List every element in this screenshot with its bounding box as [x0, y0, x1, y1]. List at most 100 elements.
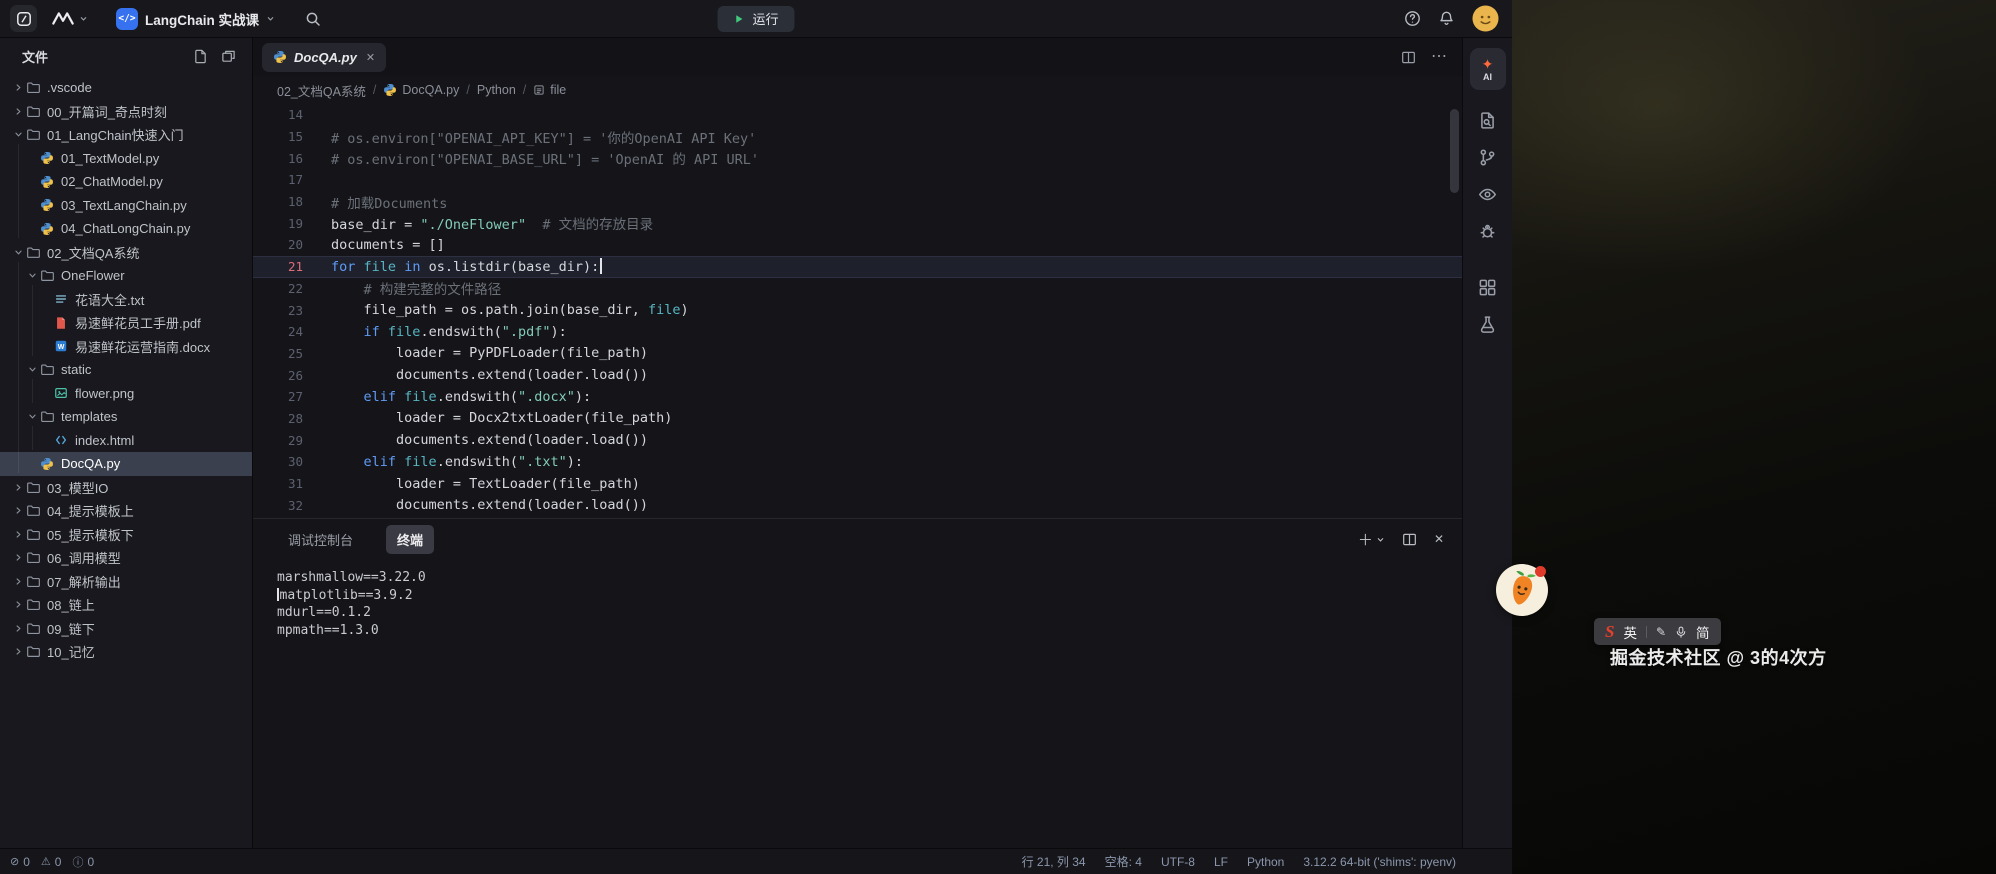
tree-file-index.html[interactable]: index.html [0, 429, 252, 453]
ai-label: AI [1483, 72, 1492, 82]
code-line-25[interactable]: 25 loader = PyPDFLoader(file_path) [253, 343, 1462, 365]
code-line-24[interactable]: 24 if file.endswith(".pdf"): [253, 321, 1462, 343]
tab-close-icon[interactable]: ✕ [366, 51, 375, 64]
code-line-31[interactable]: 31 loader = TextLoader(file_path) [253, 473, 1462, 495]
tree-file-DocQA.py[interactable]: DocQA.py [0, 452, 252, 476]
tree-file-易速鲜花员工手册.pdf[interactable]: 易速鲜花员工手册.pdf [0, 311, 252, 335]
ime-pen-icon[interactable]: ✎ [1656, 625, 1666, 639]
ime-mic-icon[interactable] [1675, 625, 1687, 639]
code-line-32[interactable]: 32 documents.extend(loader.load()) [253, 494, 1462, 516]
code-line-28[interactable]: 28 loader = Docx2txtLoader(file_path) [253, 408, 1462, 430]
problems-error[interactable]: ⊘0 [10, 855, 30, 869]
problems-info[interactable]: ⓘ0 [72, 854, 94, 870]
code-line-19[interactable]: 19base_dir = "./OneFlower" # 文档的存放目录 [253, 212, 1462, 234]
run-button[interactable]: 运行 [717, 6, 794, 32]
code-line-20[interactable]: 20documents = [] [253, 234, 1462, 256]
split-panel-icon[interactable] [1402, 532, 1417, 547]
tree-item-label: 02_文档QA系统 [47, 243, 139, 262]
tree-file-花语大全.txt[interactable]: 花语大全.txt [0, 288, 252, 312]
tree-folder-static[interactable]: static [0, 358, 252, 382]
code-line-30[interactable]: 30 elif file.endswith(".txt"): [253, 451, 1462, 473]
extensions-grid-icon[interactable] [1463, 269, 1512, 306]
project-selector[interactable]: </> LangChain 实战课 [116, 8, 275, 30]
assistant-mascot[interactable] [1496, 564, 1548, 616]
tree-file-02_ChatModel.py[interactable]: 02_ChatModel.py [0, 170, 252, 194]
breadcrumb-item[interactable]: file [533, 83, 566, 97]
status-language-mode[interactable]: Python [1247, 855, 1284, 869]
code-editor[interactable]: 1415# os.environ["OPENAI_API_KEY"] = '你的… [253, 104, 1462, 518]
tree-item-label: templates [61, 409, 117, 424]
tree-folder-01_LangChain快速入门[interactable]: 01_LangChain快速入门 [0, 123, 252, 147]
help-icon[interactable] [1404, 10, 1421, 27]
tree-folder-10_记忆[interactable]: 10_记忆 [0, 640, 252, 664]
ime-language-toggle[interactable]: 英 [1623, 622, 1637, 642]
breadcrumb-item[interactable]: DocQA.py [383, 83, 459, 97]
status-indentation[interactable]: 空格: 4 [1105, 853, 1142, 870]
ime-logo-icon[interactable]: S [1605, 623, 1614, 640]
file-search-icon[interactable] [1463, 102, 1512, 139]
status-python-interpreter[interactable]: 3.12.2 64-bit ('shims': pyenv) [1303, 855, 1456, 869]
new-file-icon[interactable] [193, 49, 208, 64]
tab-docqa-py[interactable]: DocQA.py ✕ [262, 43, 386, 72]
status-cursor-position[interactable]: 行 21, 列 34 [1022, 853, 1086, 870]
tree-folder-OneFlower[interactable]: OneFlower [0, 264, 252, 288]
scrollbar-thumb[interactable] [1450, 109, 1459, 193]
tree-file-01_TextModel.py[interactable]: 01_TextModel.py [0, 147, 252, 171]
tree-file-易速鲜花运营指南.docx[interactable]: W易速鲜花运营指南.docx [0, 335, 252, 359]
tree-folder-06_调用模型[interactable]: 06_调用模型 [0, 546, 252, 570]
code-line-18[interactable]: 18# 加载Documents [253, 191, 1462, 213]
editor-scrollbar[interactable] [1450, 109, 1459, 518]
panel-tab-调试控制台[interactable]: 调试控制台 [277, 525, 364, 554]
source-control-branch-icon[interactable] [1463, 139, 1512, 176]
tree-folder-08_链上[interactable]: 08_链上 [0, 593, 252, 617]
preview-eye-icon[interactable] [1463, 176, 1512, 213]
code-line-29[interactable]: 29 documents.extend(loader.load()) [253, 429, 1462, 451]
code-line-27[interactable]: 27 elif file.endswith(".docx"): [253, 386, 1462, 408]
app-logo-button[interactable] [10, 5, 37, 32]
code-line-21[interactable]: 21for file in os.listdir(base_dir): [253, 256, 1462, 278]
tree-folder-.vscode[interactable]: .vscode [0, 76, 252, 100]
tree-folder-09_链下[interactable]: 09_链下 [0, 617, 252, 641]
test-flask-icon[interactable] [1463, 306, 1512, 343]
search-icon[interactable] [305, 11, 321, 27]
ime-script-toggle[interactable]: 简 [1696, 622, 1710, 642]
tree-folder-05_提示模板下[interactable]: 05_提示模板下 [0, 523, 252, 547]
tree-folder-02_文档QA系统[interactable]: 02_文档QA系统 [0, 241, 252, 265]
panel-tab-终端[interactable]: 终端 [386, 525, 434, 554]
tree-folder-07_解析输出[interactable]: 07_解析输出 [0, 570, 252, 594]
code-line-14[interactable]: 14 [253, 104, 1462, 126]
tree-folder-04_提示模板上[interactable]: 04_提示模板上 [0, 499, 252, 523]
tree-file-04_ChatLongChain.py[interactable]: 04_ChatLongChain.py [0, 217, 252, 241]
status-encoding[interactable]: UTF-8 [1161, 855, 1195, 869]
tree-item-label: 易速鲜花运营指南.docx [75, 337, 210, 356]
tree-folder-00_开篇词_奇点时刻[interactable]: 00_开篇词_奇点时刻 [0, 100, 252, 124]
tree-item-label: 易速鲜花员工手册.pdf [75, 313, 201, 332]
status-eol[interactable]: LF [1214, 855, 1228, 869]
breadcrumb-item[interactable]: 02_文档QA系统 [277, 81, 366, 100]
tree-folder-templates[interactable]: templates [0, 405, 252, 429]
workspace-switcher[interactable] [51, 11, 88, 26]
tree-file-03_TextLangChain.py[interactable]: 03_TextLangChain.py [0, 194, 252, 218]
more-actions-icon[interactable]: ⋯ [1431, 49, 1447, 65]
tree-item-label: 09_链下 [47, 619, 95, 638]
code-line-23[interactable]: 23 file_path = os.path.join(base_dir, fi… [253, 299, 1462, 321]
new-terminal-icon[interactable]: ＋ [1358, 529, 1385, 550]
code-line-22[interactable]: 22 # 构建完整的文件路径 [253, 278, 1462, 300]
code-line-16[interactable]: 16# os.environ["OPENAI_BASE_URL"] = 'Ope… [253, 147, 1462, 169]
code-line-26[interactable]: 26 documents.extend(loader.load()) [253, 364, 1462, 386]
split-editor-icon[interactable] [1401, 50, 1416, 65]
breadcrumb-item[interactable]: Python [477, 83, 516, 97]
collapse-folders-icon[interactable] [221, 49, 236, 64]
user-avatar[interactable] [1472, 5, 1499, 32]
ime-toolbar[interactable]: S 英 ✎ 简 [1594, 618, 1721, 645]
debug-bug-icon[interactable] [1463, 213, 1512, 250]
tree-folder-03_模型IO[interactable]: 03_模型IO [0, 476, 252, 500]
code-line-15[interactable]: 15# os.environ["OPENAI_API_KEY"] = '你的Op… [253, 126, 1462, 148]
close-panel-icon[interactable]: ✕ [1434, 532, 1444, 546]
notifications-bell-icon[interactable] [1438, 10, 1455, 27]
ai-assistant-button[interactable]: ✦ AI [1470, 48, 1506, 90]
code-line-17[interactable]: 17 [253, 169, 1462, 191]
tree-file-flower.png[interactable]: flower.png [0, 382, 252, 406]
problems-warning[interactable]: ⚠0 [41, 855, 62, 869]
terminal-output[interactable]: marshmallow==3.22.0matplotlib==3.9.2mdur… [253, 559, 1462, 848]
